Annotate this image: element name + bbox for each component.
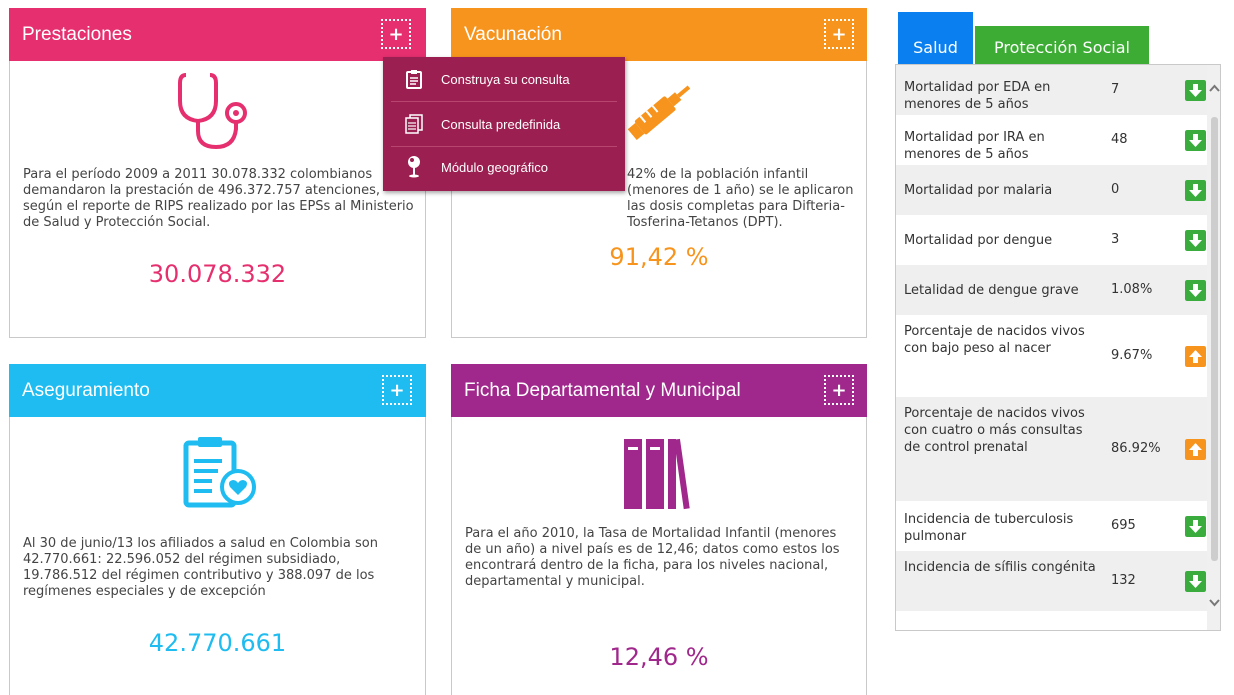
aseguramiento-title: Aseguramiento xyxy=(22,380,150,401)
prestaciones-description: Para el período 2009 a 2011 30.078.332 c… xyxy=(23,167,414,230)
arrow-down-icon xyxy=(1185,230,1206,251)
prestaciones-value: 30.078.332 xyxy=(148,260,287,288)
scrollbar[interactable] xyxy=(1207,65,1220,630)
vacunacion-expand-button[interactable]: + xyxy=(824,19,854,49)
scroll-up-arrow-icon[interactable] xyxy=(1209,83,1220,93)
menu-item-label: Construya su consulta xyxy=(441,71,570,87)
indicator-value: 86.92% xyxy=(1111,441,1161,456)
indicator-label: Letalidad de dengue grave xyxy=(904,283,1079,298)
tab-proteccion-social[interactable]: Protección Social xyxy=(975,26,1149,65)
menu-item-consulta-predefinida[interactable]: Consulta predefinida xyxy=(383,102,625,146)
indicator-label: Porcentaje de nacidos vivos con cuatro o… xyxy=(904,406,1085,455)
vacunacion-description: 42% de la población infantil (menores de… xyxy=(627,167,854,230)
menu-item-label: Módulo geográfico xyxy=(441,159,548,175)
menu-item-modulo-geografico[interactable]: Módulo geográfico xyxy=(383,145,625,189)
indicators-table: Mortalidad por EDA en menores de 5 años 7… xyxy=(895,64,1221,631)
vacunacion-title: Vacunación xyxy=(464,24,562,45)
indicator-value: 132 xyxy=(1111,573,1136,588)
indicator-value: 48 xyxy=(1111,132,1128,147)
indicator-value: 695 xyxy=(1111,518,1136,533)
arrow-up-icon xyxy=(1185,346,1206,367)
clipboard-icon xyxy=(406,70,422,89)
indicator-row[interactable]: Incidencia de sífilis congénita 132 xyxy=(896,551,1208,611)
aseguramiento-expand-button[interactable]: + xyxy=(382,375,412,405)
indicator-row[interactable]: Porcentaje de nacidos vivos con cuatro o… xyxy=(896,397,1208,501)
clipboard-heart-icon xyxy=(183,437,256,508)
arrow-down-icon xyxy=(1185,280,1206,301)
books-icon xyxy=(624,438,690,510)
indicator-label: Mortalidad por dengue xyxy=(904,233,1053,248)
arrow-down-icon xyxy=(1185,80,1206,101)
map-pin-icon xyxy=(408,156,420,178)
aseguramiento-description: Al 30 de junio/13 los afiliados a salud … xyxy=(23,536,378,599)
indicator-value: 7 xyxy=(1111,82,1120,97)
arrow-down-icon xyxy=(1185,180,1206,201)
indicator-row[interactable]: Mortalidad por malaria 0 xyxy=(896,165,1208,215)
ficha-value: 12,46 % xyxy=(609,643,709,671)
indicator-row[interactable]: Mortalidad por dengue 3 xyxy=(896,215,1208,265)
indicator-value: 1.08% xyxy=(1111,282,1153,297)
consulta-dropdown-menu: Construya su consulta Consulta predefini… xyxy=(383,57,625,191)
vacunacion-header: Vacunación + xyxy=(451,8,867,61)
prestaciones-title: Prestaciones xyxy=(22,24,132,45)
indicator-value: 0 xyxy=(1111,182,1120,197)
aseguramiento-card: Aseguramiento + Al 30 de junio/13 los af… xyxy=(9,364,426,695)
menu-item-label: Consulta predefinida xyxy=(441,116,561,132)
prestaciones-card: Prestaciones + Para el período 2009 a 20… xyxy=(9,8,426,338)
indicator-row[interactable]: Letalidad de dengue grave 1.08% xyxy=(896,265,1208,315)
scroll-down-arrow-icon[interactable] xyxy=(1209,598,1220,608)
arrow-down-icon xyxy=(1185,516,1206,537)
tab-salud-label: Salud xyxy=(913,38,958,57)
indicator-row[interactable]: Mortalidad por IRA en menores de 5 años 4… xyxy=(896,115,1208,165)
indicator-row[interactable]: Incidencia de tuberculosis pulmonar 695 xyxy=(896,501,1208,551)
indicator-label: Mortalidad por malaria xyxy=(904,183,1053,198)
stethoscope-icon xyxy=(178,73,247,150)
prestaciones-expand-button[interactable]: + xyxy=(381,19,411,49)
scrollbar-thumb[interactable] xyxy=(1211,117,1218,561)
arrow-up-icon xyxy=(1185,439,1206,460)
indicator-label: Mortalidad por IRA en menores de 5 años xyxy=(904,130,1045,162)
tab-proteccion-label: Protección Social xyxy=(994,38,1130,57)
indicator-label: Mortalidad por EDA en menores de 5 años xyxy=(904,80,1051,112)
prestaciones-header: Prestaciones + xyxy=(9,8,426,61)
vacunacion-value: 91,42 % xyxy=(609,243,709,271)
ficha-title: Ficha Departamental y Municipal xyxy=(464,380,741,401)
aseguramiento-value: 42.770.661 xyxy=(148,629,287,657)
indicator-value: 9.67% xyxy=(1111,348,1153,363)
indicator-label: Incidencia de tuberculosis pulmonar xyxy=(904,512,1074,544)
ficha-card: Ficha Departamental y Municipal + Para e… xyxy=(451,364,867,695)
menu-item-construya-consulta[interactable]: Construya su consulta xyxy=(383,57,625,101)
arrow-down-icon xyxy=(1185,571,1206,592)
syringe-icon xyxy=(627,85,691,141)
indicator-label: Porcentaje de nacidos vivos con bajo pes… xyxy=(904,324,1085,356)
ficha-header: Ficha Departamental y Municipal + xyxy=(451,364,867,417)
indicator-row[interactable]: Mortalidad por EDA en menores de 5 años 7 xyxy=(896,65,1208,115)
indicator-row[interactable]: Porcentaje de nacidos vivos con bajo pes… xyxy=(896,315,1208,397)
indicator-label: Incidencia de sífilis congénita xyxy=(904,560,1096,575)
arrow-down-icon xyxy=(1185,130,1206,151)
aseguramiento-header: Aseguramiento + xyxy=(9,364,426,417)
documents-icon xyxy=(405,114,423,134)
ficha-description: Para el año 2010, la Tasa de Mortalidad … xyxy=(465,526,840,589)
tab-salud[interactable]: Salud xyxy=(898,12,973,65)
ficha-expand-button[interactable]: + xyxy=(824,375,854,405)
indicator-value: 3 xyxy=(1111,232,1120,247)
